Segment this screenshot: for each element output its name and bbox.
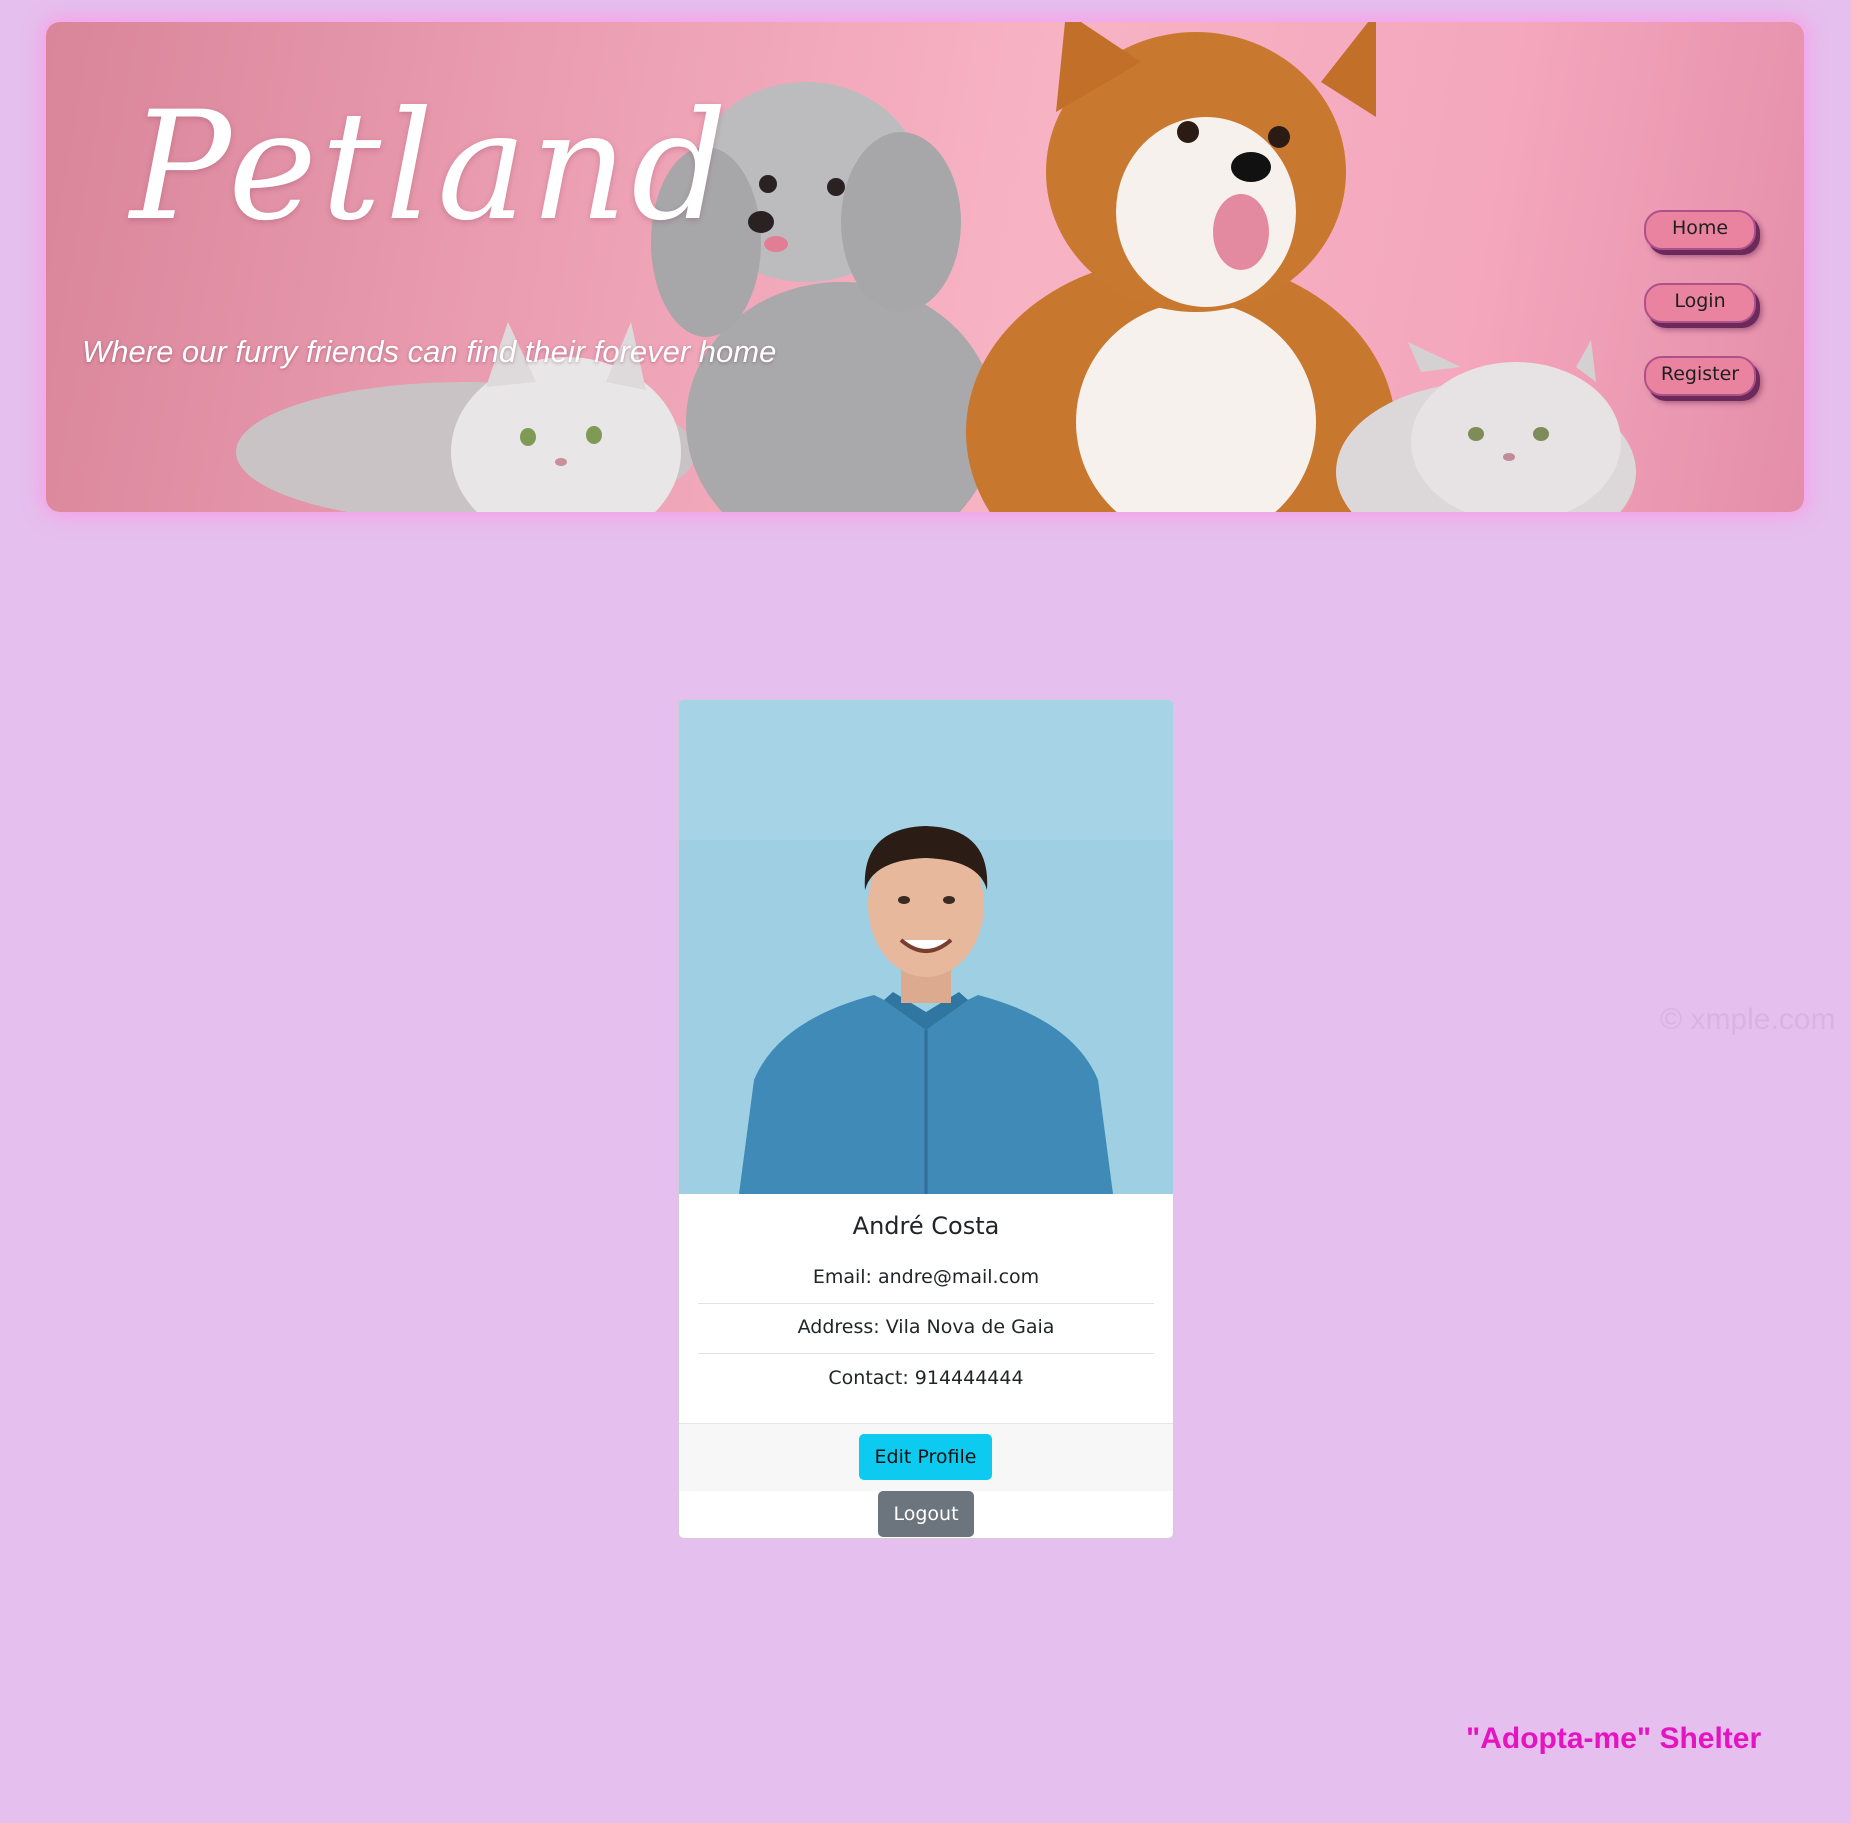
profile-photo-image	[679, 700, 1173, 1194]
nav-home-button[interactable]: Home	[1644, 210, 1756, 250]
main-nav: Home Login Register	[1644, 210, 1756, 429]
logout-button[interactable]: Logout	[878, 1491, 974, 1537]
profile-address: Address: Vila Nova de Gaia	[797, 1316, 1055, 1338]
profile-photo	[679, 700, 1173, 1194]
watermark-text: © xmple.com	[1660, 1003, 1836, 1036]
right-cat-illustration	[1336, 340, 1636, 512]
site-tagline: Where our furry friends can find their f…	[82, 334, 777, 369]
profile-email: Email: andre@mail.com	[812, 1266, 1040, 1288]
nav-login-button[interactable]: Login	[1644, 283, 1756, 323]
profile-name: André Costa	[852, 1212, 1000, 1240]
header-banner: Petland Where our furry friends can find…	[46, 22, 1804, 512]
info-divider	[698, 1303, 1154, 1304]
nav-register-button[interactable]: Register	[1644, 356, 1756, 396]
info-divider	[698, 1353, 1154, 1354]
edit-profile-button[interactable]: Edit Profile	[859, 1434, 992, 1480]
site-logo-title: Petland	[130, 80, 732, 254]
corgi-illustration	[966, 22, 1396, 512]
footer-shelter-name: "Adopta-me" Shelter	[1466, 1722, 1762, 1755]
profile-card: André Costa Email: andre@mail.com Addres…	[678, 699, 1174, 1539]
profile-contact: Contact: 914444444	[828, 1367, 1024, 1389]
